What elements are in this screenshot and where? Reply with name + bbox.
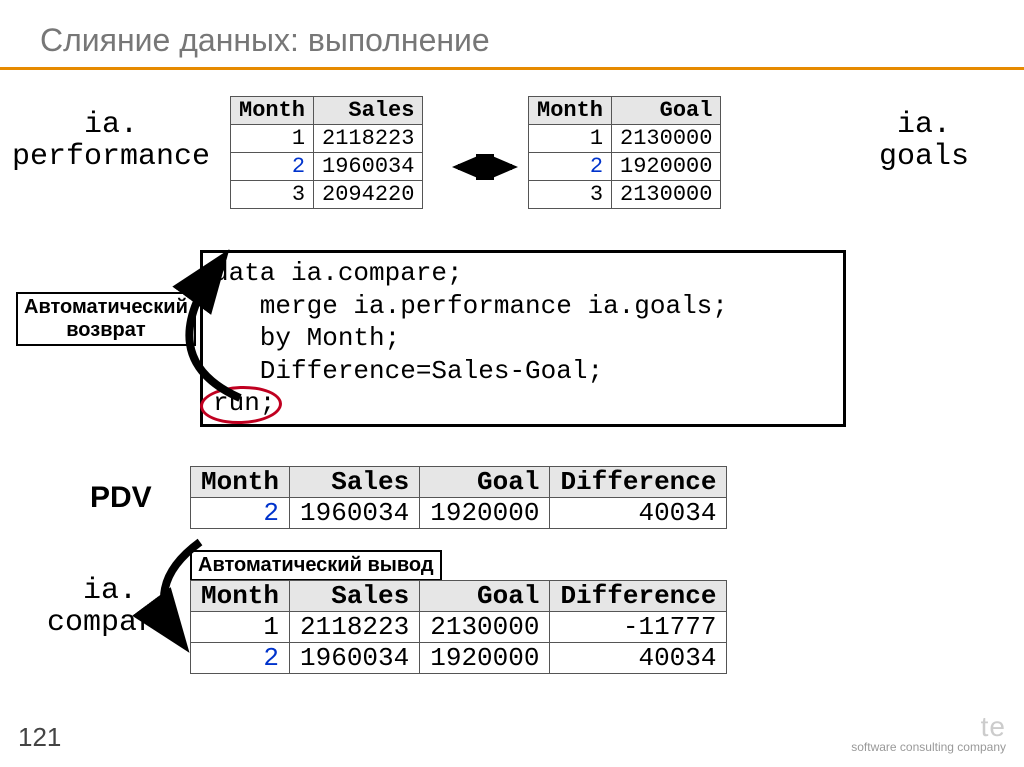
code-block: data ia.compare; merge ia.performance ia… [200,250,846,427]
table-row: 3 2094220 [231,181,423,209]
label-auto-output: Автоматический вывод [190,550,442,581]
label-pdv: PDV [90,482,152,514]
brand-logo: te [981,711,1006,742]
table-performance: Month Sales 1 2118223 2 1960034 3 209422… [230,96,423,209]
table-pdv: Month Sales Goal Difference 2 1960034 19… [190,466,727,529]
table-row: 2 1960034 1920000 40034 [191,643,727,674]
th-month: Month [529,97,612,125]
footer-brand: te software consulting company [851,713,1006,753]
table-row: 2 1960034 [231,153,423,181]
label-goals: ia. goals [864,110,984,173]
th-sales: Sales [314,97,423,125]
label-auto-return: Автоматический возврат [16,292,196,346]
table-row: 1 2118223 [231,125,423,153]
table-row: 1 2118223 2130000 -11777 [191,612,727,643]
table-row: 2 1920000 [529,153,721,181]
label-performance: ia. performance [6,110,216,173]
arrow-merge-icon [452,154,522,180]
table-row: 1 2130000 [529,125,721,153]
th-goal: Goal [612,97,721,125]
label-compare: ia. compare [40,576,180,639]
table-row: 2 1960034 1920000 40034 [191,498,727,529]
table-compare: Month Sales Goal Difference 1 2118223 21… [190,580,727,674]
brand-tagline: software consulting company [851,740,1006,754]
table-goals: Month Goal 1 2130000 2 1920000 3 2130000 [528,96,721,209]
th-month: Month [231,97,314,125]
slide-stage: ia. performance ia. goals Month Sales 1 … [0,70,1024,730]
table-row: 3 2130000 [529,181,721,209]
page-title: Слияние данных: выполнение [0,0,1024,67]
page-number: 121 [18,722,61,753]
